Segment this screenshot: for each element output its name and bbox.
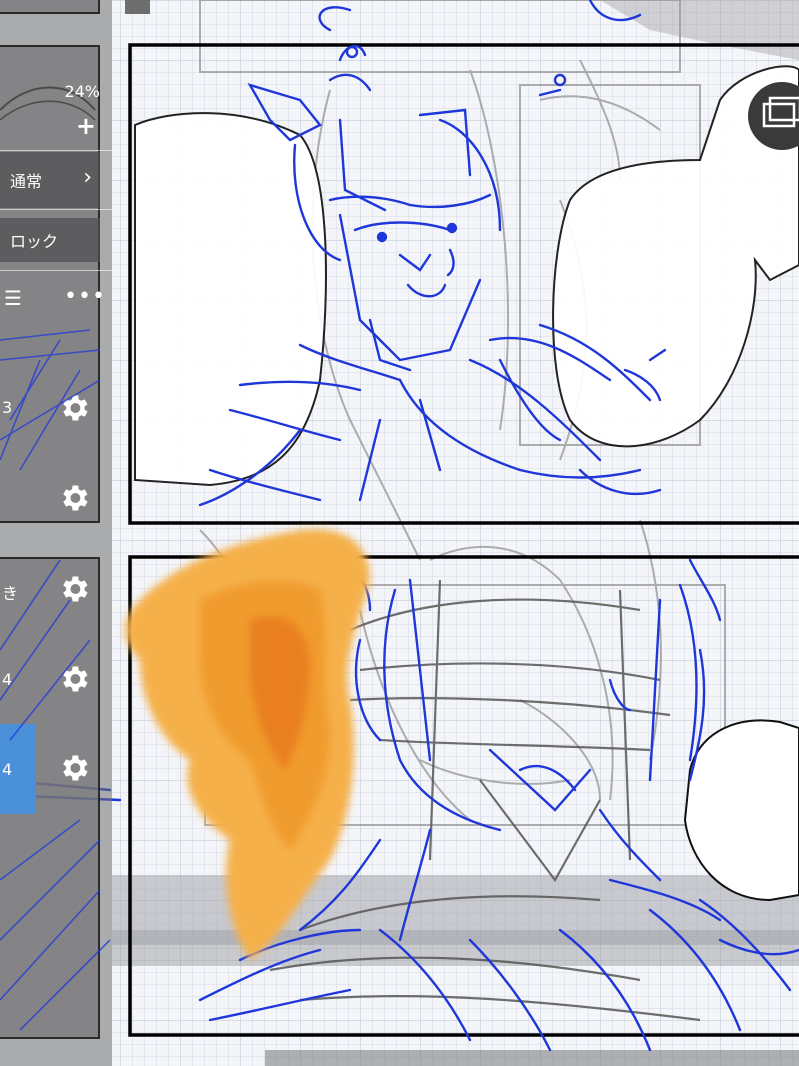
layer-settings-gear-icon[interactable] <box>57 391 91 425</box>
layer-name-selected: 4 <box>2 760 13 779</box>
layer-thumbnail-label: 3 <box>2 398 13 417</box>
layer-settings-gear-icon[interactable] <box>57 481 91 515</box>
layer-settings-gear-icon[interactable] <box>57 662 91 696</box>
layer-menu-row: ☰ ••• <box>0 284 105 318</box>
layer-panel-top-strip <box>0 0 100 14</box>
layer-panel: 24% + 通常 › ロック ☰ ••• 3 き 4 4 <box>0 0 112 1066</box>
add-button[interactable]: + <box>76 112 96 140</box>
layer-name: き <box>2 584 19 603</box>
lock-button[interactable]: ロック <box>0 218 100 262</box>
drawing-canvas[interactable] <box>0 0 799 1066</box>
chevron-right-icon: › <box>83 165 92 190</box>
blend-mode-label: 通常 <box>10 172 43 191</box>
more-icon[interactable]: ••• <box>64 284 106 309</box>
lock-label: ロック <box>10 232 59 251</box>
layer-settings-gear-icon[interactable] <box>57 572 91 606</box>
list-icon[interactable]: ☰ <box>4 286 22 310</box>
opacity-row[interactable]: 24% + <box>0 70 100 150</box>
opacity-value: 24% <box>64 82 100 101</box>
blend-mode-button[interactable]: 通常 › <box>0 152 100 208</box>
layer-name: 4 <box>2 670 13 689</box>
layer-settings-gear-icon[interactable] <box>57 751 91 785</box>
